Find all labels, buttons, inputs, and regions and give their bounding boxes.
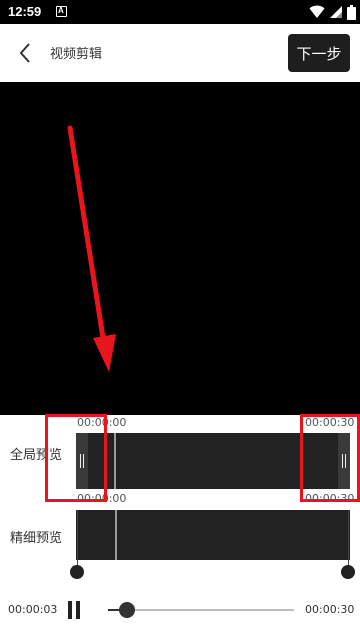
annotation-box-left [45, 414, 107, 502]
annotation-arrow [67, 125, 116, 372]
annotation-box-right [300, 414, 360, 502]
